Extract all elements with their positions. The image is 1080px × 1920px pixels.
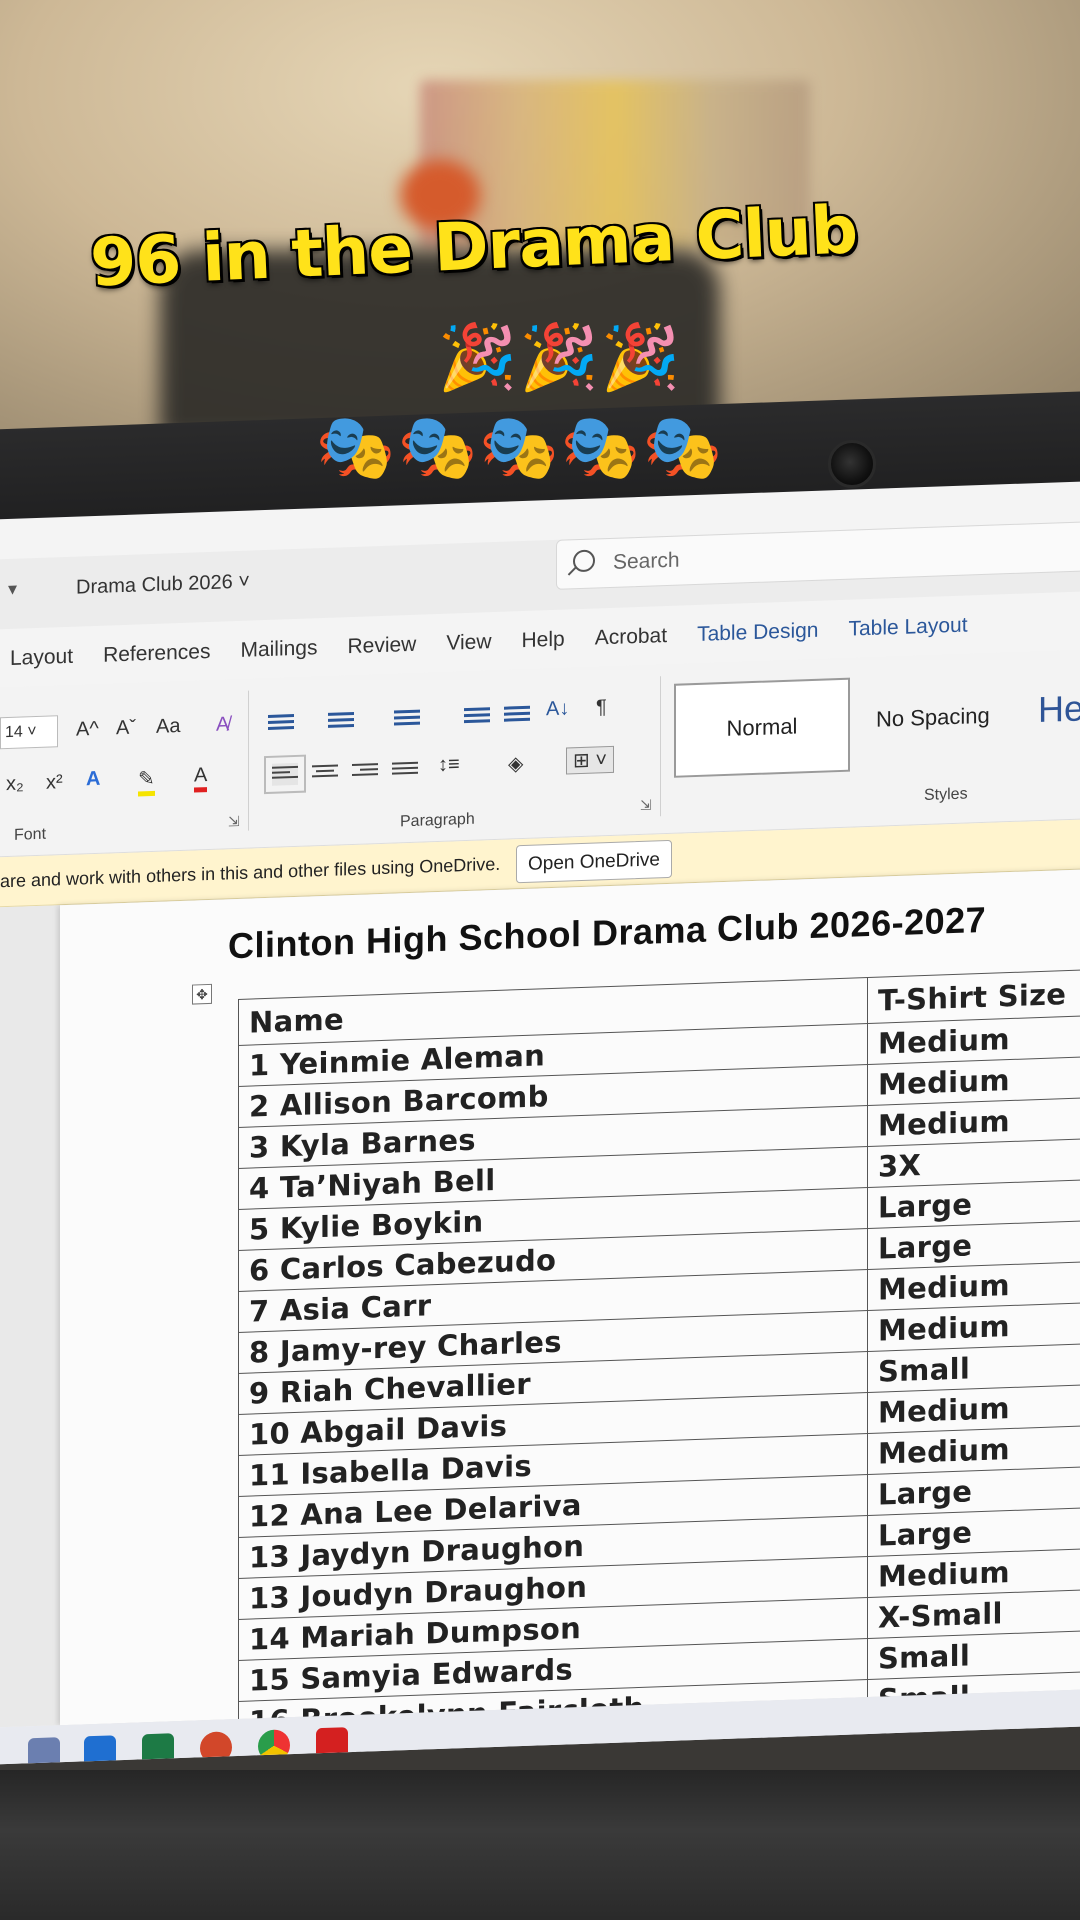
quick-access-dropdown-icon[interactable]: ▾ — [8, 579, 17, 600]
laptop-screen: ▾ Drama Club 2026 ˅ Search Layout Refere… — [0, 480, 1080, 1765]
font-color-icon[interactable]: A — [194, 764, 208, 793]
tab-table-design[interactable]: Table Design — [697, 619, 818, 663]
search-placeholder: Search — [613, 548, 680, 574]
open-onedrive-button[interactable]: Open OneDrive — [516, 839, 672, 884]
multilevel-list-icon[interactable] — [394, 707, 420, 730]
acrobat-icon[interactable] — [316, 1727, 348, 1761]
decrease-indent-icon[interactable] — [464, 704, 490, 727]
tshirt-size-cell[interactable]: Small — [867, 1629, 1080, 1680]
document-page[interactable]: Clinton High School Drama Club 2026-2027… — [60, 868, 1080, 1765]
shading-icon[interactable]: ◈ — [508, 751, 523, 777]
sort-icon[interactable]: A↓ — [546, 697, 569, 721]
ribbon-separator — [660, 676, 661, 817]
grow-font-button[interactable]: A^ — [76, 718, 99, 742]
clear-formatting-icon[interactable]: A̸ — [216, 713, 229, 736]
shrink-font-button[interactable]: Aˇ — [116, 717, 136, 741]
roster-table[interactable]: Name T-Shirt Size 1 Yeinmie Aleman Medium… — [238, 968, 1080, 1765]
numbering-icon[interactable] — [328, 709, 354, 732]
tab-acrobat[interactable]: Acrobat — [595, 624, 667, 667]
tshirt-size-cell[interactable]: Medium — [867, 1547, 1080, 1598]
align-center-icon[interactable] — [312, 761, 338, 784]
tshirt-size-cell[interactable]: Large — [867, 1465, 1080, 1516]
tshirt-size-cell[interactable]: Large — [867, 1506, 1080, 1557]
tshirt-size-cell[interactable]: Large — [867, 1219, 1080, 1270]
borders-icon[interactable]: ⊞ ˅ — [566, 745, 614, 775]
ribbon-separator — [248, 690, 249, 831]
paragraph-dialog-launcher-icon[interactable]: ⇲ — [640, 797, 652, 814]
tshirt-size-cell[interactable]: Medium — [867, 1301, 1080, 1352]
column-header-size[interactable]: T-Shirt Size — [867, 968, 1080, 1024]
chrome-icon[interactable] — [258, 1729, 290, 1763]
tab-view[interactable]: View — [446, 630, 491, 672]
paragraph-group-label: Paragraph — [400, 810, 475, 831]
subscript-button[interactable]: x₂ — [6, 772, 24, 796]
search-icon — [573, 549, 595, 573]
bullets-icon[interactable] — [268, 711, 294, 734]
tab-review[interactable]: Review — [347, 633, 416, 675]
infobar-message: are and work with others in this and oth… — [0, 853, 501, 892]
highlight-color-icon[interactable]: ✎ — [138, 765, 155, 797]
outlook-icon[interactable] — [84, 1735, 116, 1765]
change-case-button[interactable]: Aa — [156, 715, 180, 739]
tab-table-layout[interactable]: Table Layout — [848, 614, 967, 658]
tshirt-size-cell[interactable]: Small — [867, 1342, 1080, 1393]
document-heading: Clinton High School Drama Club 2026-2027 — [228, 898, 987, 967]
powerpoint-icon[interactable] — [200, 1731, 232, 1765]
tab-layout[interactable]: Layout — [10, 645, 73, 687]
settings-icon[interactable] — [28, 1737, 60, 1765]
table-move-handle-icon[interactable]: ✥ — [192, 983, 212, 1005]
font-size-value: 14 — [5, 723, 23, 742]
tshirt-size-cell[interactable]: Medium — [867, 1055, 1080, 1106]
font-size-select[interactable]: 14 ˅ — [0, 715, 58, 750]
style-heading[interactable]: He — [1038, 687, 1080, 731]
style-no-spacing[interactable]: No Spacing — [876, 703, 990, 733]
tshirt-size-cell[interactable]: Medium — [867, 1260, 1080, 1311]
tshirt-size-cell[interactable]: 3X — [867, 1137, 1080, 1188]
tshirt-size-cell[interactable]: Medium — [867, 1424, 1080, 1475]
line-spacing-icon[interactable]: ↕≡ — [438, 753, 460, 777]
text-effects-icon[interactable]: A — [86, 768, 100, 792]
theater-mask-emojis: 🎭🎭🎭🎭🎭 — [315, 411, 725, 485]
styles-group-label: Styles — [924, 785, 968, 805]
superscript-button[interactable]: x² — [46, 771, 63, 795]
tab-mailings[interactable]: Mailings — [240, 636, 317, 679]
document-canvas: Clinton High School Drama Club 2026-2027… — [0, 868, 1080, 1765]
party-popper-emojis: 🎉🎉🎉 — [437, 321, 683, 395]
tshirt-size-cell[interactable]: X-Small — [867, 1588, 1080, 1639]
excel-icon[interactable] — [142, 1733, 174, 1765]
tab-references[interactable]: References — [103, 640, 210, 684]
style-normal[interactable]: Normal — [674, 677, 850, 778]
justify-icon[interactable] — [392, 759, 418, 782]
align-left-icon[interactable] — [264, 754, 306, 795]
font-dialog-launcher-icon[interactable]: ⇲ — [228, 813, 240, 830]
tab-help[interactable]: Help — [521, 628, 564, 670]
increase-indent-icon[interactable] — [504, 703, 530, 726]
tshirt-size-cell[interactable]: Medium — [867, 1096, 1080, 1147]
tshirt-size-cell[interactable]: Medium — [867, 1014, 1080, 1065]
tshirt-size-cell[interactable]: Large — [867, 1178, 1080, 1229]
show-formatting-marks-icon[interactable]: ¶ — [596, 696, 607, 719]
laptop-base — [0, 1770, 1080, 1920]
align-right-icon[interactable] — [352, 760, 378, 783]
font-group-label: Font — [14, 825, 47, 844]
tshirt-size-cell[interactable]: Medium — [867, 1383, 1080, 1434]
